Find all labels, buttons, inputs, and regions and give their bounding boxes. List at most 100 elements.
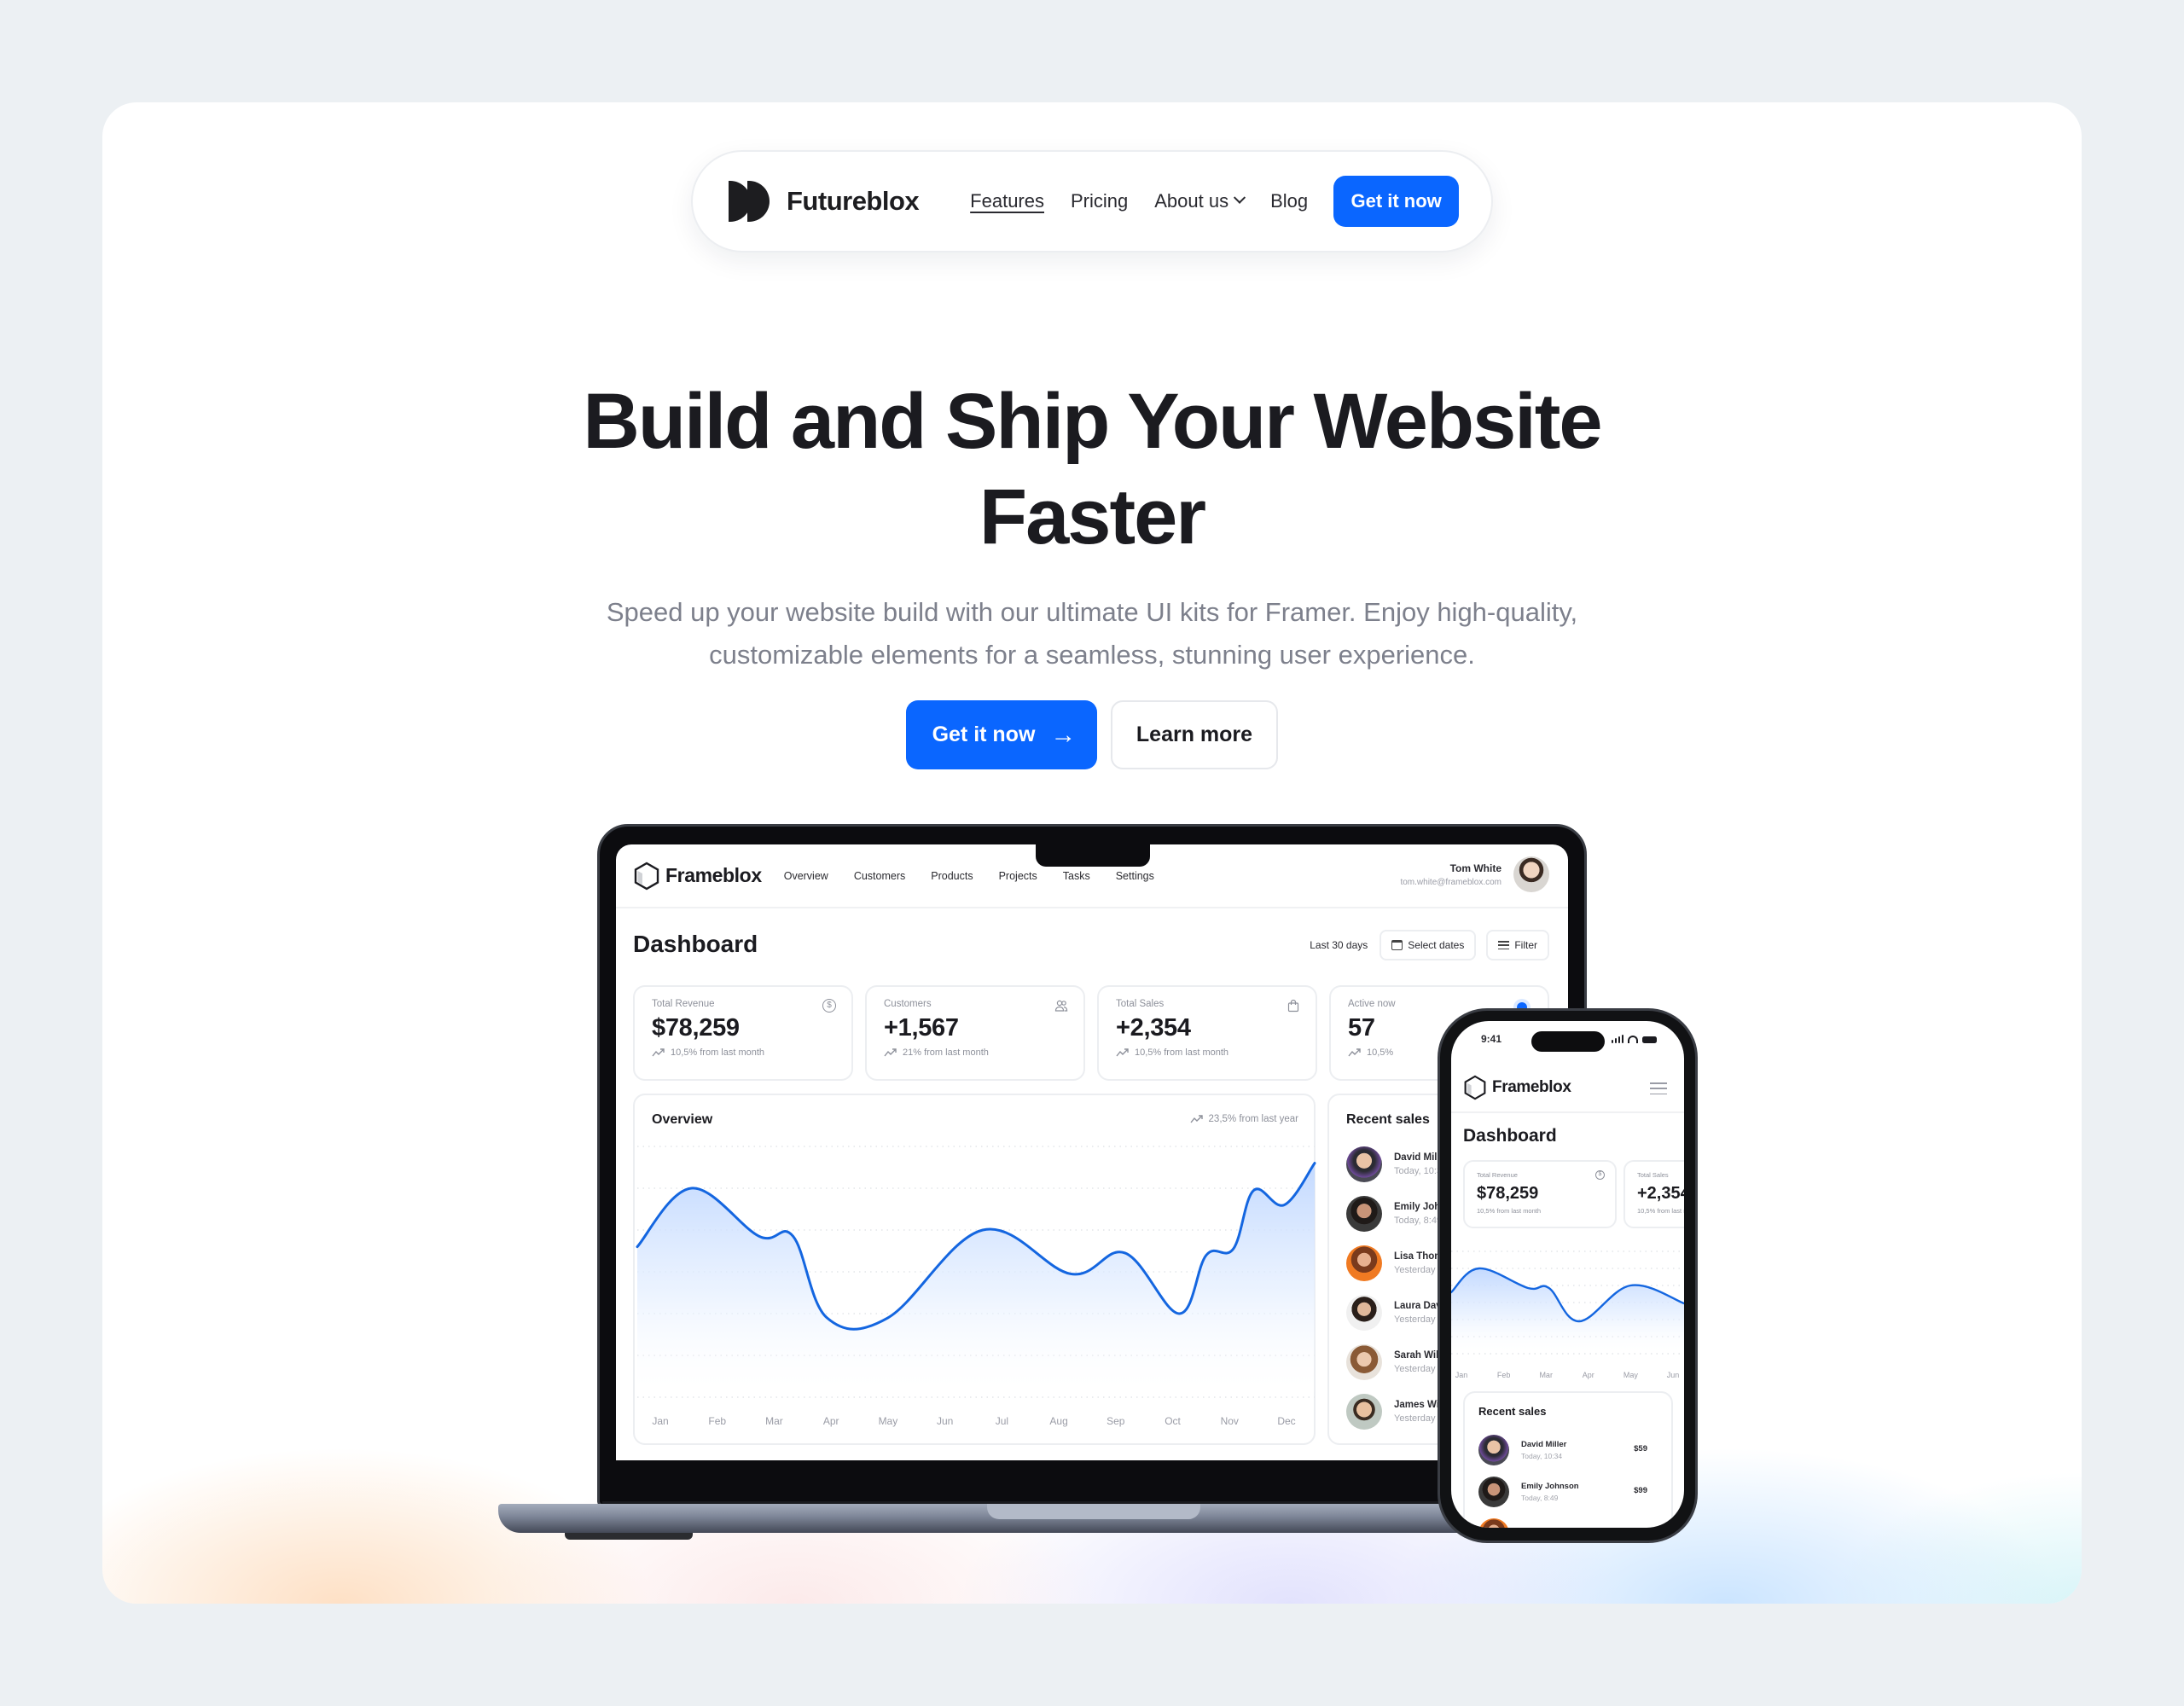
calendar-icon <box>1391 940 1403 950</box>
dashboard-brand[interactable]: Frameblox <box>633 862 762 891</box>
customer-avatar <box>1346 1245 1382 1281</box>
x-axis-tick-label: Jun <box>937 1415 953 1427</box>
hero-subtitle-line-1: Speed up your website build with our ult… <box>606 597 1578 627</box>
stat-trend: 21% from last month <box>884 1047 1066 1058</box>
brand-name: Futureblox <box>787 186 920 216</box>
frameblox-logo-icon <box>1464 1075 1486 1100</box>
stat-value: +2,354 <box>1116 1014 1191 1042</box>
trend-up-icon <box>1116 1048 1129 1057</box>
dashboard-nav-overview[interactable]: Overview <box>784 870 828 882</box>
recent-sale-item[interactable]: Lisa Thompson$120 <box>1478 1512 1659 1528</box>
customer-avatar <box>1346 1344 1382 1380</box>
x-axis-tick-label: Feb <box>1497 1371 1511 1379</box>
stat-trend: 10,5% from last month <box>1477 1207 1542 1215</box>
user-menu[interactable]: Tom White tom.white@frameblox.com <box>1400 856 1549 892</box>
dashboard-nav-tasks[interactable]: Tasks <box>1063 870 1090 882</box>
dashboard-nav-products[interactable]: Products <box>931 870 973 882</box>
phone-recent-sales-list: David Miller Today, 10:34 $59 Emily Johnson… <box>1478 1429 1659 1528</box>
dashboard-controls: Last 30 days Select dates Filter <box>1310 930 1549 960</box>
dashboard-title: Dashboard <box>633 931 758 957</box>
stat-trend-text: 10,5% from last month <box>671 1047 765 1058</box>
stat-card-total-sales: Total Sales +2,354 10,5% from last month <box>1097 985 1317 1081</box>
x-axis-tick-label: Feb <box>708 1415 726 1427</box>
stat-cards: Total Revenue $78,259 10,5% from last mo… <box>633 985 1549 1081</box>
trend-up-icon <box>884 1048 897 1057</box>
phone-brand[interactable]: Frameblox <box>1463 1075 1571 1100</box>
x-axis-tick-label: Oct <box>1165 1415 1181 1427</box>
dollar-icon: $ <box>822 999 836 1013</box>
nav-link-about-us-label: About us <box>1154 190 1229 212</box>
stat-label: Total Sales <box>1637 1171 1669 1179</box>
customer-avatar <box>1478 1476 1509 1507</box>
frameblox-logo-icon <box>634 862 659 890</box>
date-range-label: Last 30 days <box>1310 939 1368 951</box>
hero-title-line-2: Faster <box>979 473 1206 560</box>
x-axis-tick-label: Jun <box>1667 1371 1680 1379</box>
nav-link-features[interactable]: Features <box>970 190 1044 212</box>
nav-link-blog[interactable]: Blog <box>1270 190 1308 212</box>
laptop-trackpad-notch <box>987 1504 1200 1519</box>
customer-avatar <box>1346 1146 1382 1182</box>
filter-label: Filter <box>1514 939 1537 951</box>
dashboard-nav-customers[interactable]: Customers <box>854 870 905 882</box>
phone-stat-total-revenue: Total Revenue $78,259 10,5% from last mo… <box>1463 1160 1617 1228</box>
customer-name: Lisa Thompson <box>1521 1528 1581 1529</box>
nav-link-about-us[interactable]: About us <box>1154 190 1246 212</box>
stat-value: +1,567 <box>884 1014 959 1042</box>
status-bar-icons <box>1611 1035 1657 1043</box>
user-email: tom.white@frameblox.com <box>1400 877 1502 887</box>
filter-button[interactable]: Filter <box>1486 930 1549 960</box>
stat-label: Total Revenue <box>652 999 715 1009</box>
user-name: Tom White <box>1449 862 1502 874</box>
phone-stat-total-sales: Total Sales +2,354 10,5% from last month <box>1623 1160 1684 1228</box>
wifi-icon <box>1628 1036 1638 1043</box>
laptop-foot <box>565 1533 693 1540</box>
stat-trend: 10,5% from last month <box>652 1047 834 1058</box>
hamburger-menu-icon[interactable] <box>1650 1082 1667 1094</box>
chevron-down-icon <box>1234 191 1246 204</box>
select-dates-button[interactable]: Select dates <box>1380 930 1477 960</box>
x-axis-tick-label: Jan <box>652 1415 668 1427</box>
hero-get-it-now-label: Get it now <box>932 722 1036 746</box>
chart-area-fill <box>1451 1268 1684 1354</box>
customer-avatar <box>1346 1295 1382 1331</box>
hero-learn-more-button[interactable]: Learn more <box>1111 700 1278 769</box>
stat-card-total-revenue: Total Revenue $78,259 10,5% from last mo… <box>633 985 853 1081</box>
recent-sale-item[interactable]: David Miller Today, 10:34 $59 <box>1478 1429 1659 1471</box>
stat-trend: 10,5% from last month <box>1116 1047 1298 1058</box>
customer-name: Emily Johnson <box>1521 1481 1579 1491</box>
dashboard-nav-settings[interactable]: Settings <box>1116 870 1154 882</box>
status-bar-time: 9:41 <box>1481 1033 1502 1045</box>
trend-up-icon <box>652 1048 665 1057</box>
phone-screen-dashboard: 9:41 Frameblox Dashboard Total Revenue $… <box>1451 1021 1684 1528</box>
laptop-notch <box>1036 843 1150 867</box>
nav-get-it-now-button[interactable]: Get it now <box>1333 176 1460 227</box>
stat-card-customers: Customers +1,567 21% from last month <box>865 985 1085 1081</box>
customer-avatar <box>1478 1434 1509 1465</box>
dashboard-brand-name: Frameblox <box>665 864 762 886</box>
hero-get-it-now-button[interactable]: Get it now → <box>906 700 1097 769</box>
sale-amount: $59 <box>1634 1444 1647 1454</box>
hero-cta-row: Get it now → Learn more <box>0 700 2184 769</box>
chart-area-fill <box>637 1163 1315 1397</box>
x-axis-tick-label: Nov <box>1221 1415 1239 1427</box>
stat-trend-text: 21% from last month <box>903 1047 989 1058</box>
hero-title-line-1: Build and Ship Your Website <box>583 378 1602 465</box>
recent-sale-item[interactable]: Emily Johnson Today, 8:49 $99 <box>1478 1471 1659 1512</box>
hero-subtitle: Speed up your website build with our ult… <box>0 591 2184 676</box>
x-axis-tick-label: Aug <box>1049 1415 1067 1427</box>
customer-name: David Miller <box>1521 1439 1567 1449</box>
select-dates-label: Select dates <box>1408 939 1465 951</box>
customer-avatar <box>1346 1394 1382 1430</box>
x-axis-tick-label: May <box>1623 1371 1639 1379</box>
sale-amount: $99 <box>1634 1486 1647 1495</box>
filter-icon <box>1498 941 1510 949</box>
brand-logo[interactable]: Futureblox <box>729 181 920 222</box>
nav-link-pricing[interactable]: Pricing <box>1071 190 1128 212</box>
user-avatar[interactable] <box>1513 856 1549 892</box>
dashboard-nav-projects[interactable]: Projects <box>999 870 1037 882</box>
phone-overview-chart: Jan Feb Mar Apr May Jun <box>1451 1250 1684 1379</box>
overview-card: Overview 23,5% from last year Jan Feb Mar A… <box>633 1094 1316 1445</box>
dollar-icon: $ <box>1595 1170 1605 1180</box>
x-axis-tick-label: Sep <box>1107 1415 1125 1427</box>
